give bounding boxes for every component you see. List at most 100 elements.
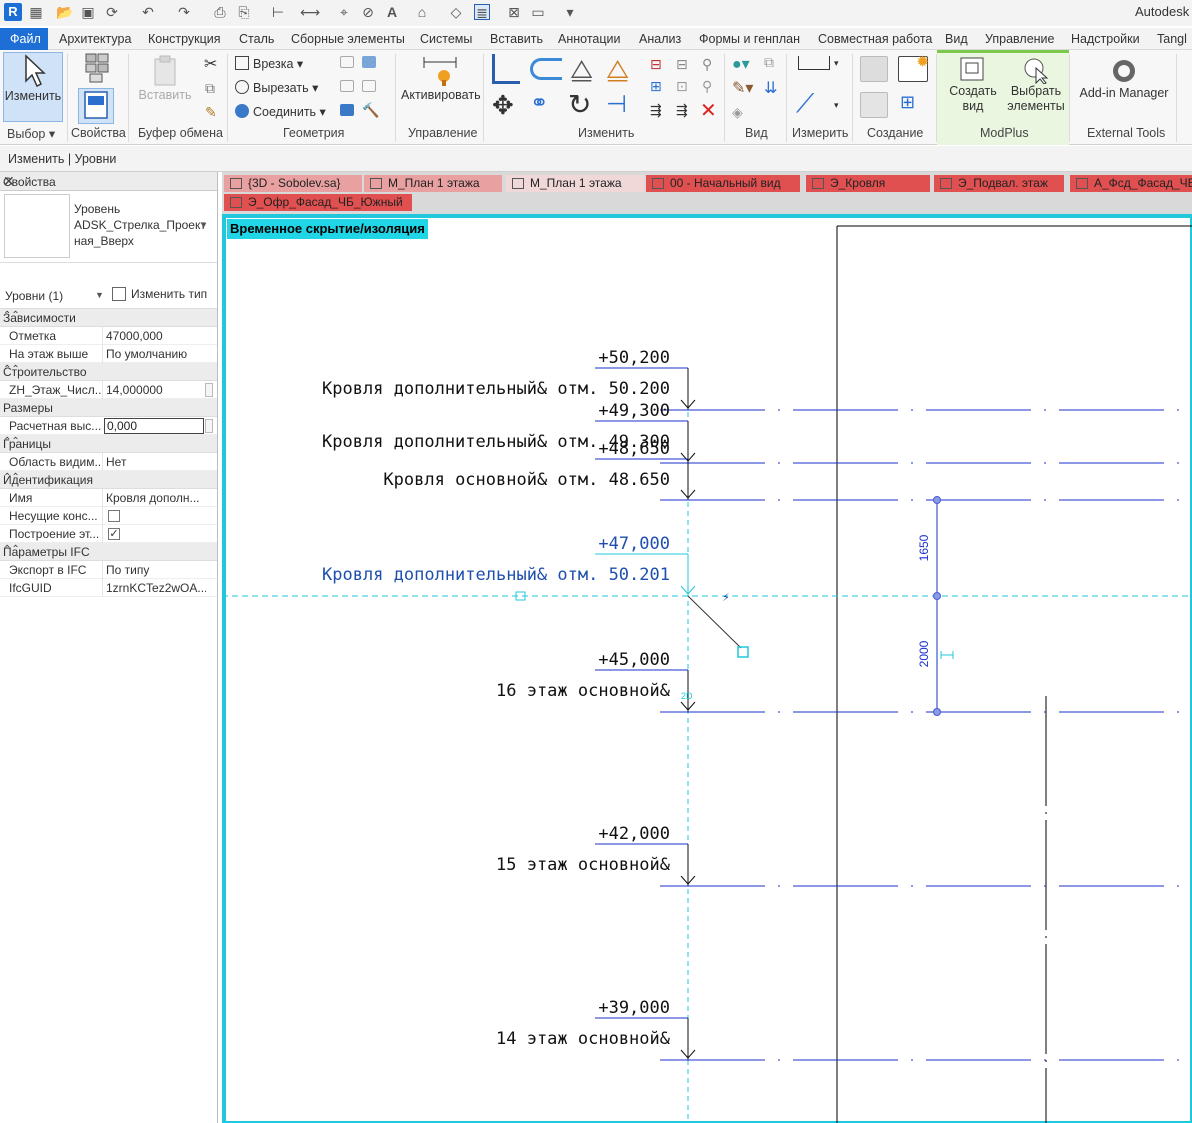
view-tab-plan-2[interactable]: М_План 1 этажа <box>506 175 644 192</box>
print-setup-icon[interactable]: ⎘ <box>236 4 252 20</box>
trim-extend-icon[interactable]: ⊣ <box>606 90 627 119</box>
tab-analyze[interactable]: Анализ <box>639 28 681 50</box>
prop-row-elevation[interactable]: Отметка 47000,000 <box>0 327 217 345</box>
measure-icon[interactable]: ⊢ <box>270 4 286 20</box>
close-hidden-icon[interactable]: ⊠ <box>506 4 522 20</box>
sync-icon[interactable]: ⟳ <box>104 4 120 20</box>
mirror-axis-icon[interactable]: ⧋ <box>570 54 593 86</box>
array-icon[interactable]: ⊞ <box>650 78 662 95</box>
modify-button[interactable]: Изменить <box>3 52 63 122</box>
paint-icon[interactable] <box>340 80 354 92</box>
remove-paint-icon[interactable] <box>362 80 376 92</box>
linework-icon[interactable]: ✎▾ <box>732 78 753 98</box>
group-extents[interactable]: Границы ⌃⌃ <box>0 435 217 453</box>
computation-height-input[interactable]: 0,000 <box>104 418 204 434</box>
customize-icon[interactable]: ▾ <box>562 4 578 20</box>
cut-icon[interactable]: ✂ <box>204 54 217 74</box>
view-tab-roof[interactable]: Э_Кровля <box>806 175 930 192</box>
type-properties-button[interactable] <box>74 52 118 88</box>
cut-geometry-button[interactable]: Вырезать ▾ <box>235 80 318 95</box>
copy-icon[interactable]: ⧉ <box>205 80 215 97</box>
home-icon[interactable]: ▦ <box>28 4 44 20</box>
filter-icon[interactable]: ⇊ <box>764 78 777 98</box>
drawing-canvas[interactable]: +50,200 Кровля дополнительный& отм. 50.20… <box>222 214 1192 1123</box>
tab-systems[interactable]: Системы <box>420 28 472 50</box>
activate-button[interactable]: Активировать <box>401 54 481 102</box>
measure-dropdown-icon[interactable]: ▾ <box>834 58 839 69</box>
open-icon[interactable]: 📂 <box>56 4 73 20</box>
group-dimensions[interactable]: Размеры <box>0 399 217 417</box>
tab-manage[interactable]: Управление <box>985 28 1055 50</box>
view-tab-south-facade[interactable]: Э_Офр_Фасад_ЧБ_Южный <box>224 194 412 211</box>
aligned-dimension-icon[interactable]: ⟷ <box>300 4 320 20</box>
split-element-icon[interactable]: ⊟ <box>650 56 662 73</box>
group-ifc-parameters[interactable]: Параметры IFC ⌃⌃ <box>0 543 217 561</box>
view-tab-start-view[interactable]: 00 - Начальный вид <box>646 175 800 192</box>
offset-icon[interactable] <box>530 58 562 80</box>
redo-icon[interactable]: ↷ <box>176 4 192 20</box>
tab-architecture[interactable]: Архитектура <box>59 28 131 50</box>
thin-lines-icon[interactable]: ≣ <box>474 4 490 21</box>
close-icon[interactable]: ✕ <box>3 173 214 190</box>
switch-windows-icon[interactable]: ▭ <box>530 4 546 20</box>
group-identity[interactable]: Идентификация ⌃⌃ <box>0 471 217 489</box>
tab-collaborate[interactable]: Совместная работа <box>818 28 932 50</box>
scale-icon[interactable]: ⊡ <box>676 78 688 95</box>
view-eraser-icon[interactable]: ◈ <box>732 104 743 121</box>
dim-dropdown-icon[interactable]: ▾ <box>834 100 839 111</box>
tab-view[interactable]: Вид <box>945 28 968 50</box>
view-tab-basement[interactable]: Э_Подвал. этаж <box>934 175 1064 192</box>
view-tab-plan-1[interactable]: М_План 1 этажа <box>364 175 502 192</box>
prop-row-export-ifc[interactable]: Экспорт в IFC По типу <box>0 561 217 579</box>
demolish-icon[interactable]: 🔨 <box>362 102 379 119</box>
unpin-icon[interactable]: ⚲ <box>702 78 712 95</box>
tab-structure[interactable]: Конструкция <box>148 28 221 50</box>
save-icon[interactable]: ▣ <box>80 4 96 20</box>
tab-steel[interactable]: Сталь <box>239 28 274 50</box>
rotate-icon[interactable]: ↻ <box>568 88 591 121</box>
split-face-icon[interactable] <box>362 56 376 68</box>
tab-annotate[interactable]: Аннотации <box>558 28 620 50</box>
tab-addins[interactable]: Надстройки <box>1071 28 1140 50</box>
text-icon[interactable]: A <box>384 4 400 20</box>
prop-row-structural[interactable]: Несущие конс... <box>0 507 217 525</box>
spot-elevation-icon[interactable]: ⊘ <box>360 4 376 20</box>
create-assembly-icon[interactable] <box>860 56 888 82</box>
chevron-down-icon[interactable]: ▼ <box>199 220 208 230</box>
copy-element-icon[interactable]: ⚭ <box>530 90 548 116</box>
undo-icon[interactable]: ↶ <box>140 4 156 20</box>
view-tab-facade[interactable]: А_Фсд_Фасад_ЧБ_ <box>1070 175 1192 192</box>
tab-insert[interactable]: Вставить <box>490 28 543 50</box>
delete-icon[interactable]: ✕ <box>700 98 717 123</box>
tab-massing-site[interactable]: Формы и генплан <box>699 28 800 50</box>
tag-icon[interactable]: ⌖ <box>336 4 352 20</box>
create-view-button[interactable]: Создать вид <box>944 56 1002 114</box>
align-icon[interactable] <box>492 54 520 84</box>
join-button[interactable]: Соединить ▾ <box>235 104 326 119</box>
edit-type-button[interactable]: Изменить тип <box>112 287 207 301</box>
prop-row-floor-number[interactable]: ZH_Этаж_Числ... 14,000000 <box>0 381 217 399</box>
prop-row-ifc-guid[interactable]: IfcGUID 1zrnKCTez2wOA... <box>0 579 217 597</box>
group-construction[interactable]: Строительство ⌃⌃ <box>0 363 217 381</box>
view-tab-3d[interactable]: {3D - Sobolev.sa} <box>224 175 362 192</box>
override-graphics-icon[interactable]: ⧉ <box>764 54 774 71</box>
beam-column-joins-icon[interactable] <box>340 104 354 116</box>
create-group-icon[interactable]: ⊞ <box>900 92 915 113</box>
addin-manager-button[interactable]: Add-in Manager <box>1076 56 1172 100</box>
prop-row-computation-height[interactable]: Расчетная выс... 0,000 <box>0 417 217 435</box>
trim-single-icon[interactable]: ⇶ <box>676 102 688 119</box>
wall-joins-icon[interactable] <box>340 56 354 68</box>
create-parts-icon[interactable] <box>860 92 888 118</box>
prop-row-name[interactable]: Имя Кровля дополн... <box>0 489 217 507</box>
prop-row-building-story[interactable]: Построение эт... ✓ <box>0 525 217 543</box>
section-icon[interactable]: ◇ <box>448 4 464 20</box>
elevation-view[interactable]: +50,200 Кровля дополнительный& отм. 50.20… <box>222 214 1192 1123</box>
selection-filter[interactable]: Уровни (1) <box>5 289 63 303</box>
measure-between-icon[interactable] <box>798 56 830 70</box>
building-story-checkbox[interactable]: ✓ <box>108 528 120 540</box>
mirror-draw-icon[interactable]: ⧋ <box>606 54 629 86</box>
print-icon[interactable]: ⎙ <box>212 4 228 20</box>
prop-row-story-above[interactable]: На этаж выше По умолчанию <box>0 345 217 363</box>
tab-tangl[interactable]: Tangl <box>1157 28 1187 50</box>
hide-in-view-icon[interactable]: ●▾ <box>732 54 750 74</box>
